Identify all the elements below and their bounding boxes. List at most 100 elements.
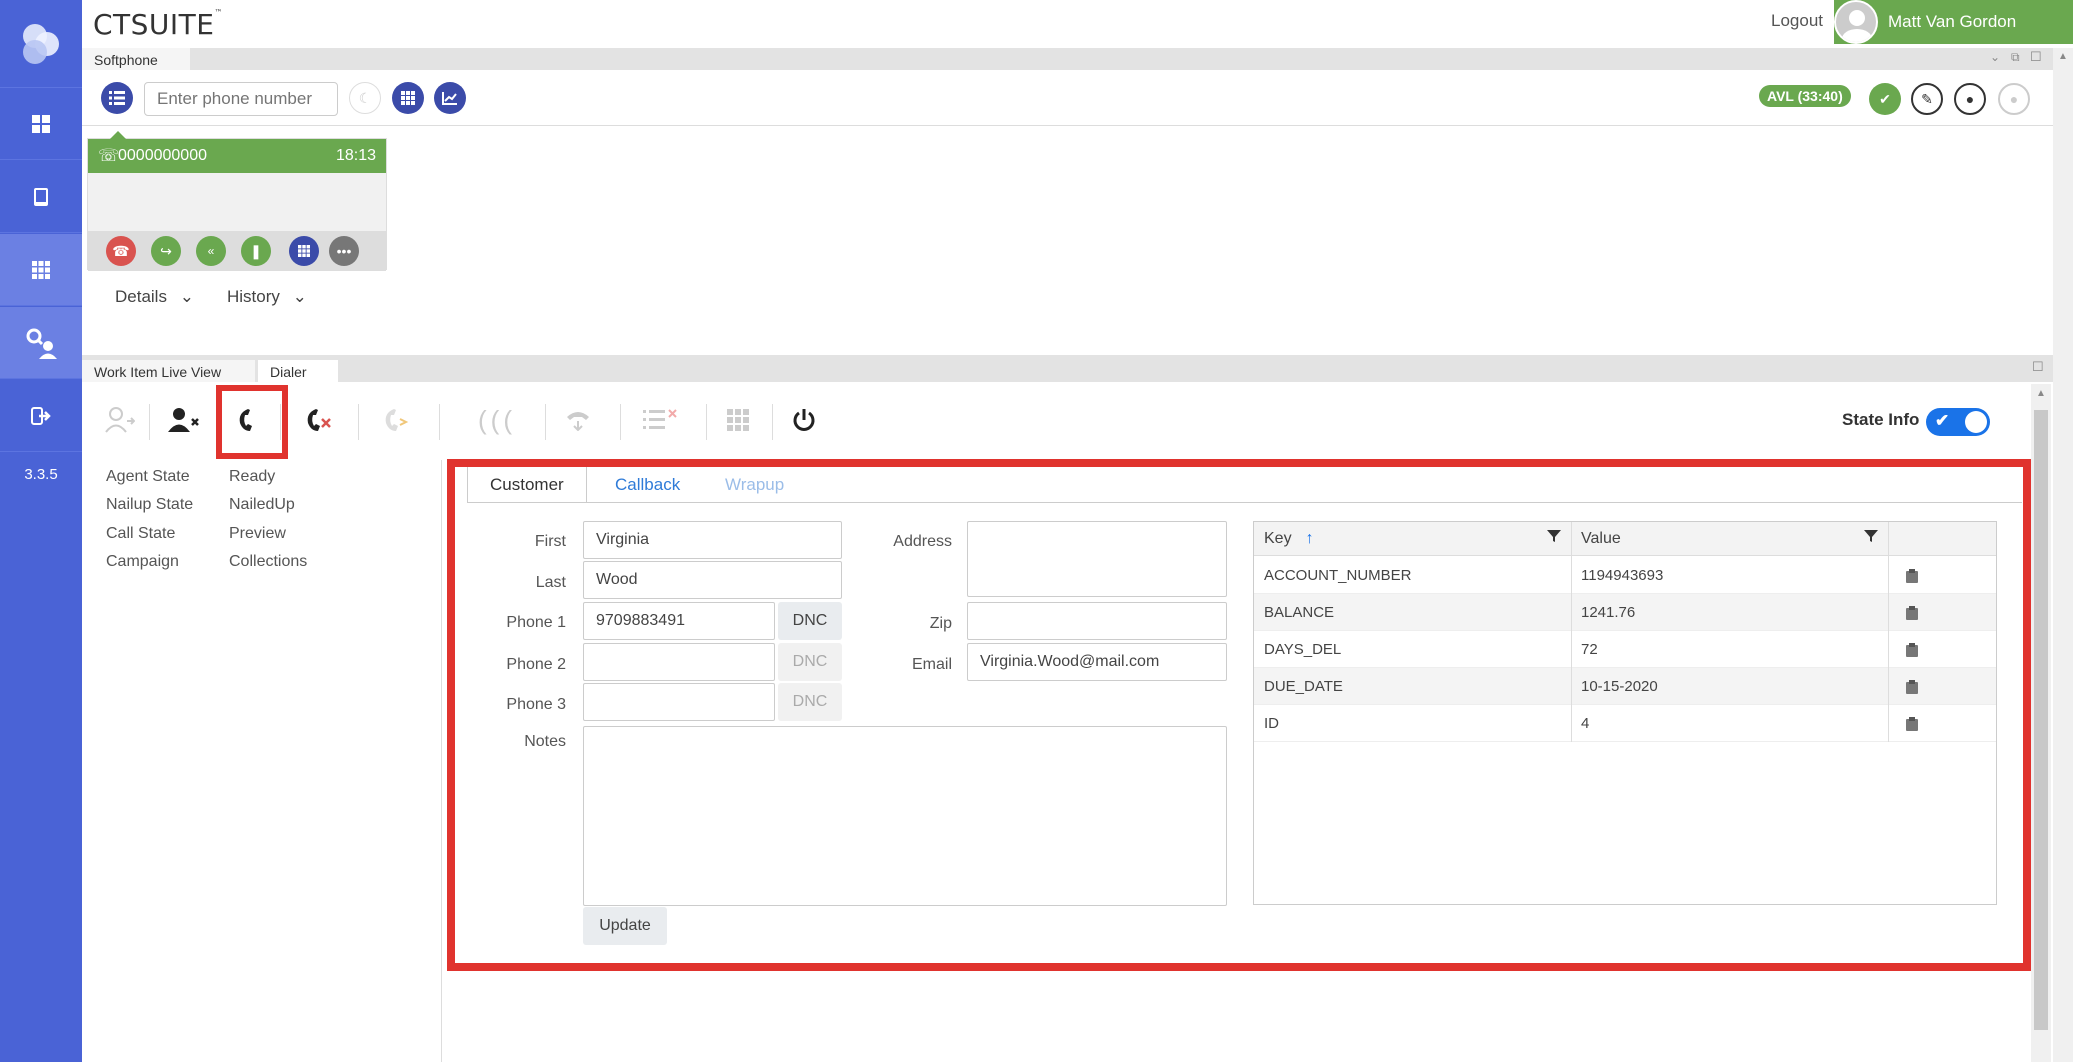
hangup-button[interactable]: ☎: [106, 236, 136, 266]
user-menu[interactable]: Matt Van Gordon: [1834, 0, 2073, 44]
first-name-label: First: [534, 533, 566, 550]
last-name-label: Last: [535, 574, 566, 591]
clipboard-icon[interactable]: [1896, 594, 1918, 631]
phone1-field[interactable]: 9709883491: [583, 602, 775, 640]
value-cell: 1194943693: [1581, 567, 1664, 584]
agent-busy-button[interactable]: ●: [1954, 83, 1986, 115]
phone2-field[interactable]: [583, 643, 775, 681]
zip-field[interactable]: [967, 602, 1227, 640]
accept-call-icon[interactable]: [228, 402, 264, 438]
sidebar-item-user-search[interactable]: [0, 307, 82, 379]
phone-icon: ☾: [358, 89, 372, 106]
agent-logout-icon[interactable]: [166, 402, 202, 438]
list-menu-button[interactable]: [101, 82, 133, 114]
stats-button[interactable]: [434, 82, 466, 114]
scroll-up-icon[interactable]: ▲: [2058, 51, 2068, 62]
dialpad-icon[interactable]: [720, 402, 756, 438]
tab-wrapup[interactable]: Wrapup: [703, 466, 806, 503]
agent-available-button[interactable]: ✔: [1869, 83, 1901, 115]
sidebar-item-dashboard[interactable]: [0, 88, 82, 160]
scrollbar-thumb[interactable]: [2034, 410, 2048, 1030]
hold-button[interactable]: ❚: [241, 236, 271, 266]
clipboard-icon[interactable]: [1896, 668, 1918, 705]
tab-callback[interactable]: Callback: [593, 466, 702, 503]
clipboard-icon[interactable]: [1896, 557, 1918, 594]
transfer-call-icon[interactable]: [560, 402, 596, 438]
tab-softphone[interactable]: Softphone: [82, 48, 190, 70]
maximize-icon[interactable]: ☐: [2032, 359, 2044, 375]
address-field[interactable]: [967, 521, 1227, 597]
check-icon: ✔: [1935, 411, 1950, 430]
clear-list-icon[interactable]: [642, 402, 678, 438]
pane-divider: [441, 460, 442, 1062]
call-actions: ☎ ↪ « ❚ •••: [88, 231, 386, 271]
more-button[interactable]: •••: [329, 236, 359, 266]
filter-icon[interactable]: [1864, 529, 1878, 548]
email-field[interactable]: Virginia.Wood@mail.com: [967, 643, 1227, 681]
power-icon[interactable]: [786, 402, 822, 438]
callback-icon[interactable]: [378, 402, 414, 438]
phone-icon: ☏: [98, 146, 120, 165]
active-call-card[interactable]: ☏ 0000000000 18:13 ☎ ↪ « ❚ •••: [87, 131, 387, 271]
maximize-icon[interactable]: ☐: [2030, 49, 2042, 65]
agent-offline-button[interactable]: ●: [1998, 83, 2030, 115]
agent-wrapup-button[interactable]: ✎: [1911, 83, 1943, 115]
softphone-tabbar: Softphone ⌄ ⧉ ☐: [82, 48, 2056, 70]
phone2-dnc-button[interactable]: DNC: [778, 643, 842, 681]
phone2-label: Phone 2: [506, 656, 566, 673]
conference-calls-icon[interactable]: (((: [462, 402, 532, 438]
avatar: [1834, 0, 1878, 44]
key-column-header[interactable]: Key ↑: [1254, 522, 1571, 556]
last-name-field[interactable]: Wood: [583, 561, 842, 599]
collapse-icon[interactable]: ⌄: [1990, 50, 2000, 64]
agent-state-value: Ready: [229, 468, 276, 485]
hangup-icon: ☎: [112, 242, 130, 259]
table-row[interactable]: DUE_DATE 10-15-2020: [1254, 668, 1996, 705]
dialer-toolbar: (((: [82, 384, 2026, 460]
notes-label: Notes: [524, 733, 566, 750]
state-info-toggle[interactable]: ✔: [1926, 408, 1990, 436]
phone3-field[interactable]: [583, 683, 775, 721]
restore-icon[interactable]: ⧉: [2011, 50, 2020, 65]
page-scrollbar[interactable]: ▲: [2053, 48, 2073, 1062]
nailup-state-label: Nailup State: [106, 496, 194, 513]
sidebar-item-book[interactable]: [0, 161, 82, 233]
scroll-up-icon[interactable]: ▲: [2036, 388, 2046, 399]
logout-link[interactable]: Logout: [1771, 11, 1823, 31]
agent-login-icon[interactable]: [102, 402, 138, 438]
clipboard-icon[interactable]: [1896, 631, 1918, 668]
value-column-header[interactable]: Value: [1571, 522, 1888, 556]
tab-dialer[interactable]: Dialer: [258, 360, 338, 382]
table-row[interactable]: BALANCE 1241.76: [1254, 594, 1996, 631]
conference-button[interactable]: «: [196, 236, 226, 266]
clipboard-icon[interactable]: [1896, 705, 1918, 742]
key-cell: DAYS_DEL: [1264, 641, 1342, 658]
history-dropdown[interactable]: History ⌄: [227, 287, 307, 307]
sidebar-item-grid[interactable]: [0, 234, 82, 306]
table-row[interactable]: DAYS_DEL 72: [1254, 631, 1996, 668]
tab-customer[interactable]: Customer: [467, 466, 587, 503]
call-keypad-button[interactable]: [289, 236, 319, 266]
sidebar-item-sign-out[interactable]: [0, 380, 82, 452]
keypad-button[interactable]: [392, 82, 424, 114]
phone3-dnc-button[interactable]: DNC: [778, 683, 842, 721]
state-info-label: State Info: [1842, 410, 1920, 429]
first-name-field[interactable]: Virginia: [583, 521, 842, 559]
table-row[interactable]: ACCOUNT_NUMBER 1194943693: [1254, 557, 1996, 594]
filter-icon[interactable]: [1547, 529, 1561, 548]
table-row[interactable]: ID 4: [1254, 705, 1996, 742]
details-dropdown[interactable]: Details ⌄: [115, 287, 194, 307]
transfer-button[interactable]: ↪: [151, 236, 181, 266]
availability-status-badge[interactable]: AVL (33:40): [1759, 85, 1851, 107]
update-button[interactable]: Update: [583, 907, 667, 945]
notes-field[interactable]: [583, 726, 1227, 906]
dial-button[interactable]: ☾: [349, 82, 381, 114]
phone1-dnc-button[interactable]: DNC: [778, 602, 842, 640]
reject-call-icon[interactable]: [300, 402, 336, 438]
sort-asc-icon[interactable]: ↑: [1306, 530, 1314, 548]
app-logo-icon[interactable]: [0, 0, 82, 88]
phone-number-input[interactable]: [144, 82, 338, 116]
user-edit-icon: ✎: [1921, 90, 1933, 107]
hold-icon: ❚: [250, 242, 262, 259]
tab-work-item-live-view[interactable]: Work Item Live View: [82, 360, 255, 382]
